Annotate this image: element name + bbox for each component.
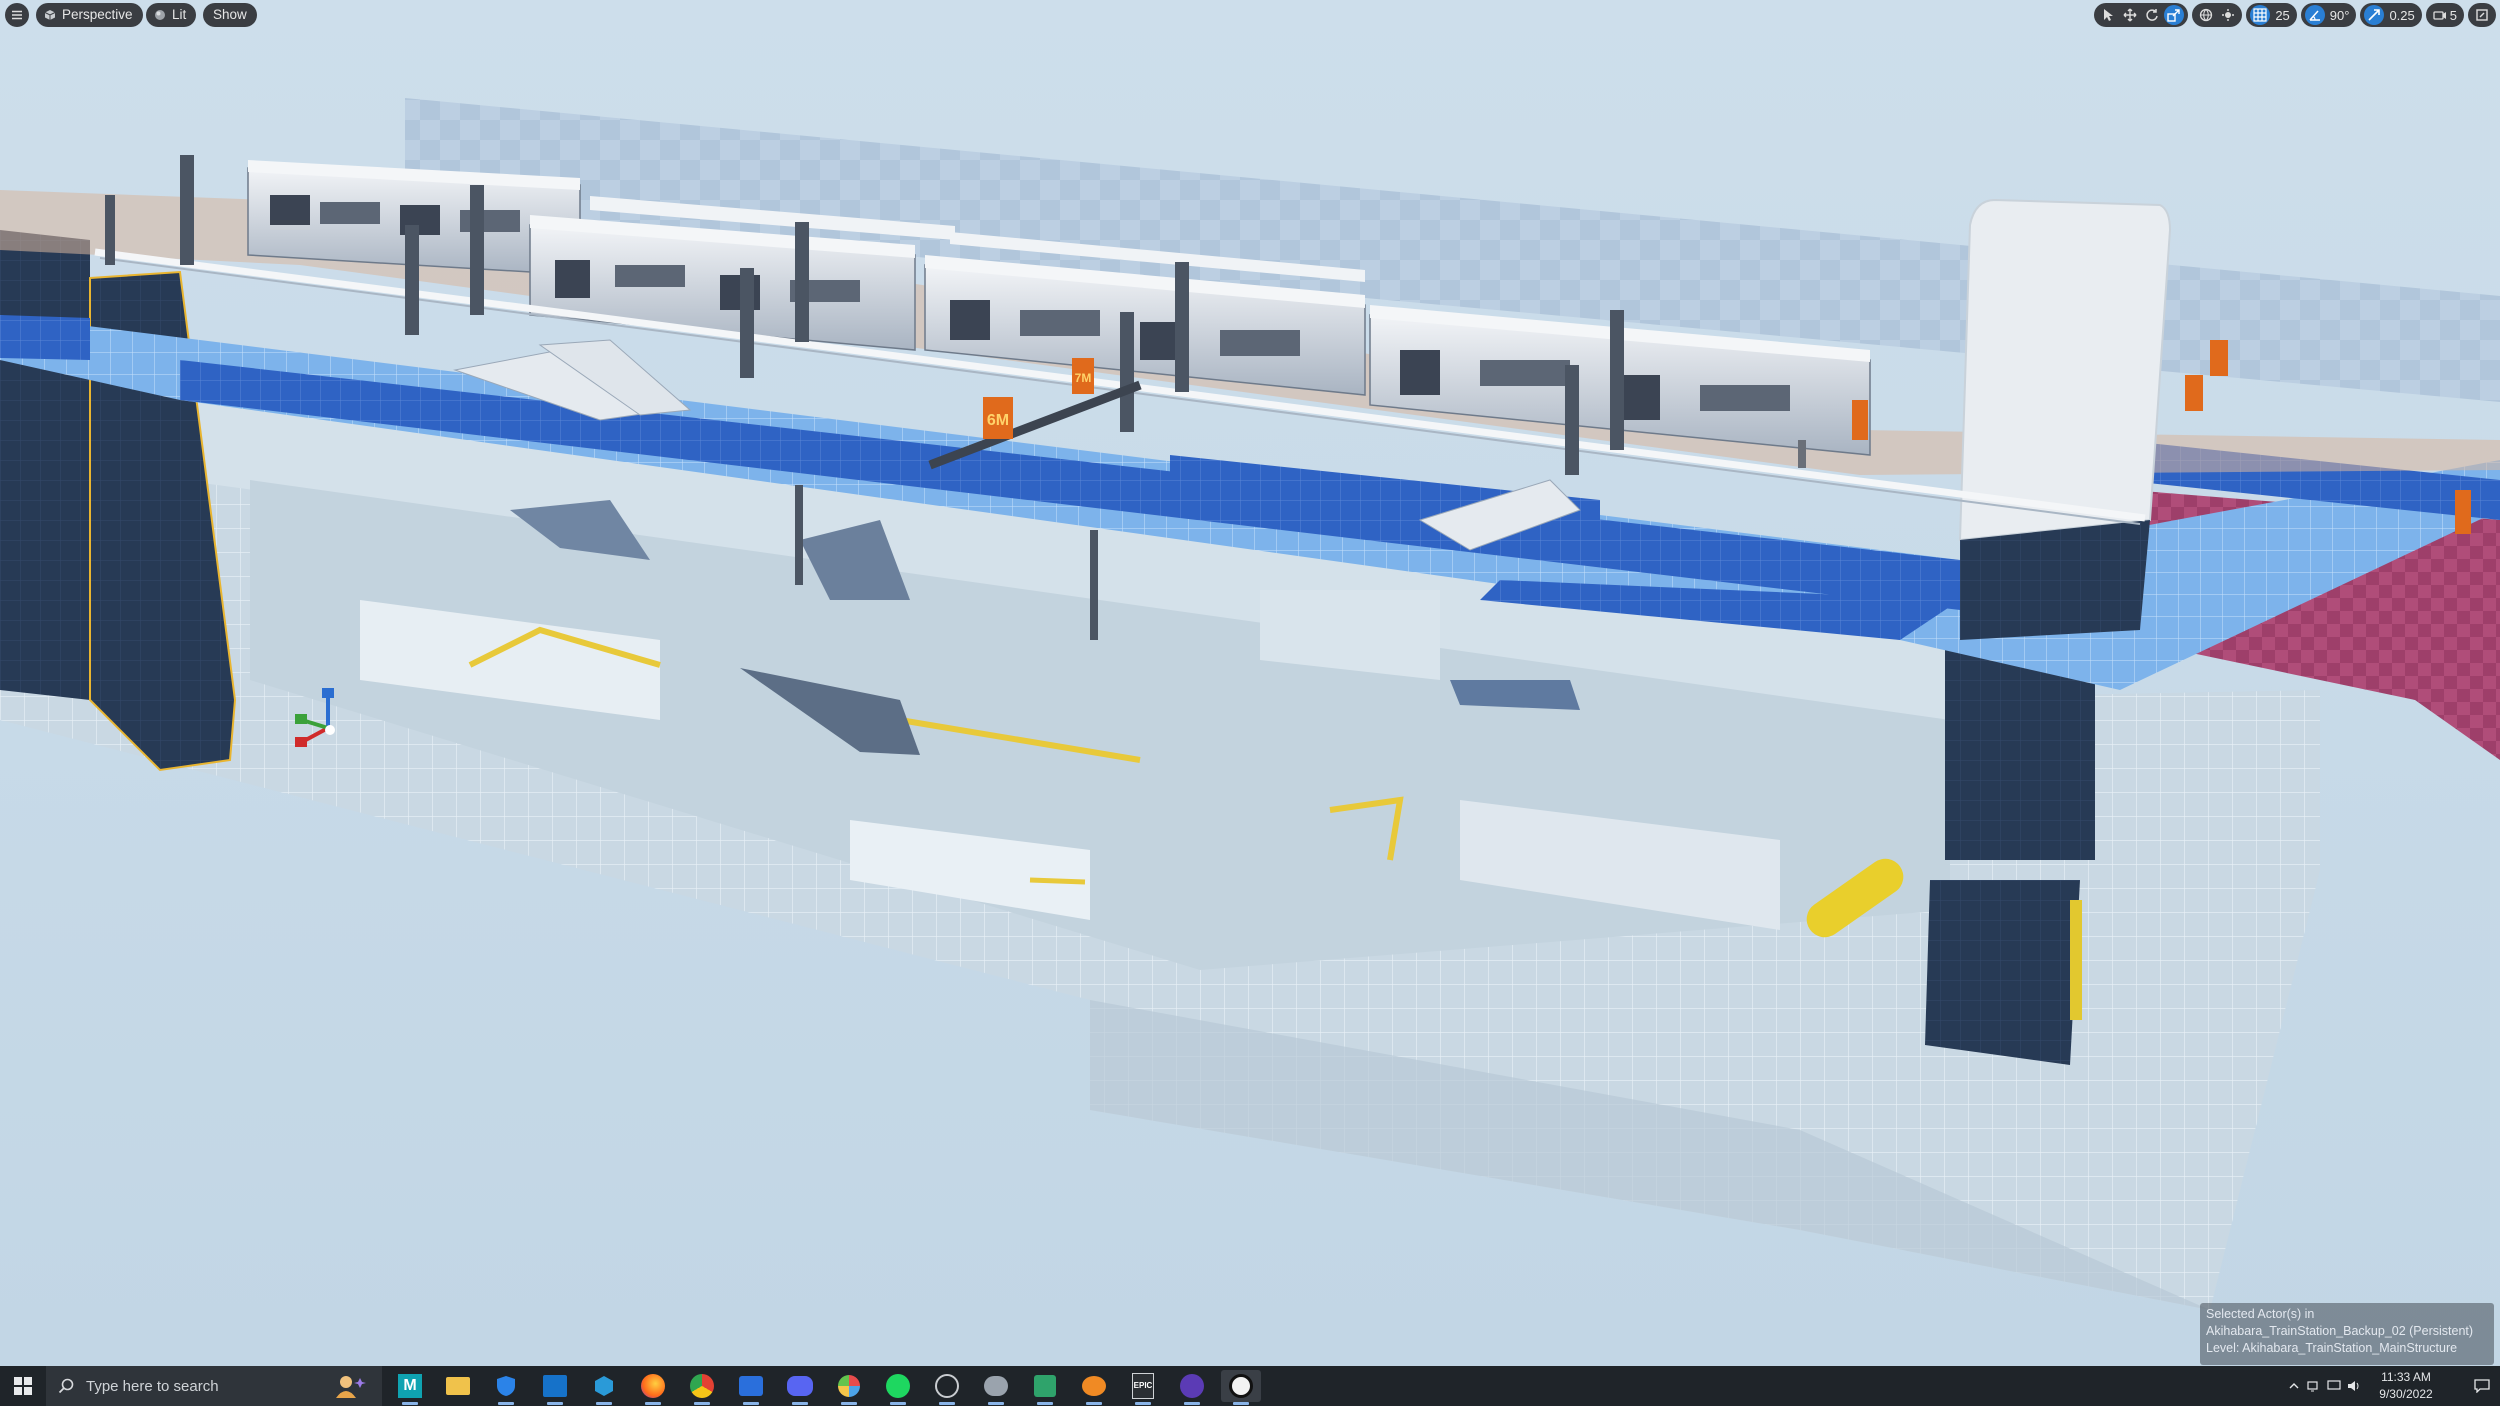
sign xyxy=(2185,375,2203,411)
maya-icon[interactable]: M xyxy=(390,1370,430,1405)
clock-time: 11:33 AM xyxy=(2381,1370,2431,1384)
start-button[interactable] xyxy=(0,1366,46,1406)
rotation-snap-group: 90° xyxy=(2300,3,2357,27)
sign-6m-label: 6M xyxy=(987,412,1009,429)
taskbar: Type here to search M EPIC 11:33 AM 9/30… xyxy=(0,1366,2500,1406)
blender-icon[interactable] xyxy=(1074,1370,1114,1405)
sign xyxy=(2210,340,2228,376)
outlook-icon[interactable] xyxy=(535,1370,575,1405)
grid-icon xyxy=(2253,8,2267,22)
rotate-mode-button[interactable] xyxy=(2142,5,2162,25)
hamburger-icon xyxy=(12,10,22,20)
discord-icon[interactable] xyxy=(780,1370,820,1405)
chrome-icon[interactable] xyxy=(682,1370,722,1405)
sign-7m-label: 7M xyxy=(1075,371,1092,385)
clock[interactable]: 11:33 AM 9/30/2022 xyxy=(2364,1369,2448,1403)
grid-snap-toggle[interactable] xyxy=(2250,5,2271,25)
obs-icon[interactable] xyxy=(927,1370,967,1405)
move-arrows-icon xyxy=(2123,8,2137,22)
network-icon[interactable] xyxy=(2304,1380,2324,1392)
maximize-icon xyxy=(2476,9,2488,21)
cursor-icon xyxy=(2104,9,2114,21)
angle-icon xyxy=(2309,10,2320,21)
photos-icon[interactable] xyxy=(731,1370,771,1405)
scale-icon xyxy=(2167,9,2181,22)
search-placeholder: Type here to search xyxy=(86,1377,219,1395)
gaming-app-icon[interactable] xyxy=(1025,1370,1065,1405)
selection-info-overlay: Selected Actor(s) in Akihabara_TrainStat… xyxy=(2200,1303,2494,1365)
firefox-icon[interactable] xyxy=(633,1370,673,1405)
davinci-icon[interactable] xyxy=(829,1370,869,1405)
viewport-menu-button[interactable] xyxy=(5,3,29,27)
lighting-mode-dropdown[interactable]: Lit xyxy=(146,3,197,27)
character xyxy=(1798,440,1806,468)
clock-date: 9/30/2022 xyxy=(2379,1387,2433,1401)
world-local-toggle[interactable] xyxy=(2196,5,2216,25)
scale-snap-toggle[interactable] xyxy=(2364,5,2385,25)
selection-info-line1: Selected Actor(s) in xyxy=(2206,1307,2315,1321)
tower-base xyxy=(1960,520,2150,640)
notification-icon[interactable] xyxy=(2464,1379,2500,1393)
rotation-snap-toggle[interactable] xyxy=(2304,5,2325,25)
rotation-snap-value[interactable]: 90° xyxy=(2327,5,2353,25)
yellow-strip xyxy=(2070,900,2082,1020)
unreal-engine-icon[interactable] xyxy=(1221,1370,1261,1405)
show-flags-dropdown[interactable]: Show xyxy=(203,3,257,27)
scale-snap-value[interactable]: 0.25 xyxy=(2386,5,2417,25)
3d-viewport[interactable]: 6M 7M Perspective Lit Show 25 90° 0.25 5… xyxy=(0,0,2500,1366)
sign xyxy=(2455,490,2471,534)
maximize-viewport-button[interactable] xyxy=(2472,5,2492,25)
rotate-icon xyxy=(2146,9,2159,21)
selection-info-line2: Akihabara_TrainStation_Backup_02 (Persis… xyxy=(2206,1324,2474,1338)
security-shield-icon[interactable] xyxy=(486,1370,526,1405)
transform-mode-group xyxy=(2094,3,2189,27)
selection-info-line3[interactable]: Level: Akihabara_TrainStation_MainStruct… xyxy=(2206,1340,2488,1357)
taskbar-search-box[interactable]: Type here to search xyxy=(46,1366,382,1406)
display-icon[interactable] xyxy=(2324,1380,2344,1392)
system-tray: 11:33 AM 9/30/2022 xyxy=(2284,1366,2500,1406)
vpn-icon[interactable] xyxy=(976,1370,1016,1405)
view-mode-dropdown[interactable]: Perspective xyxy=(36,3,143,27)
surface-snap-icon xyxy=(2222,9,2235,21)
show-label: Show xyxy=(213,7,247,22)
scale-snap-group: 0.25 xyxy=(2360,3,2422,27)
lit-sphere-icon xyxy=(155,10,165,20)
spotify-icon[interactable] xyxy=(878,1370,918,1405)
file-explorer-icon[interactable] xyxy=(438,1370,478,1402)
transform-toolbar: 25 90° 0.25 5 xyxy=(2094,3,2496,27)
grid-snap-group: 25 xyxy=(2246,3,2297,27)
scale-mode-button[interactable] xyxy=(2164,5,2185,25)
chevron-up-icon[interactable] xyxy=(2284,1380,2304,1392)
scale-snap-icon xyxy=(2368,9,2381,21)
search-highlight-icon[interactable] xyxy=(324,1372,372,1400)
epic-games-icon[interactable]: EPIC xyxy=(1123,1370,1163,1405)
camera-speed-value: 5 xyxy=(2449,7,2457,23)
elevator-tower xyxy=(1958,198,2172,542)
coordinate-group xyxy=(2192,3,2243,27)
perspective-cube-icon xyxy=(44,10,56,20)
globe-icon xyxy=(2200,8,2213,22)
platform-edge xyxy=(0,315,90,360)
camera-speed-group: 5 xyxy=(2425,3,2464,27)
station-scene[interactable]: 6M 7M xyxy=(0,0,2500,1366)
select-mode-button[interactable] xyxy=(2098,5,2118,25)
tactile-line xyxy=(1029,877,1086,885)
surface-snap-button[interactable] xyxy=(2218,5,2238,25)
left-dark-wall xyxy=(0,230,90,700)
view-mode-label: Perspective xyxy=(62,7,133,22)
maximize-group xyxy=(2468,3,2496,27)
lighting-mode-label: Lit xyxy=(172,7,187,22)
camera-icon xyxy=(2433,11,2446,20)
grid-snap-value[interactable]: 25 xyxy=(2272,5,2292,25)
translate-mode-button[interactable] xyxy=(2120,5,2140,25)
volume-icon[interactable] xyxy=(2344,1380,2364,1392)
sign xyxy=(1852,400,1868,440)
windows-logo-icon xyxy=(14,1377,32,1395)
3d-cube-app-icon[interactable] xyxy=(584,1370,624,1405)
dark-pillar xyxy=(1925,880,2080,1065)
unreal-editor-icon[interactable] xyxy=(1172,1370,1212,1405)
camera-speed-button[interactable]: 5 xyxy=(2430,5,2460,25)
search-icon xyxy=(58,1378,74,1394)
